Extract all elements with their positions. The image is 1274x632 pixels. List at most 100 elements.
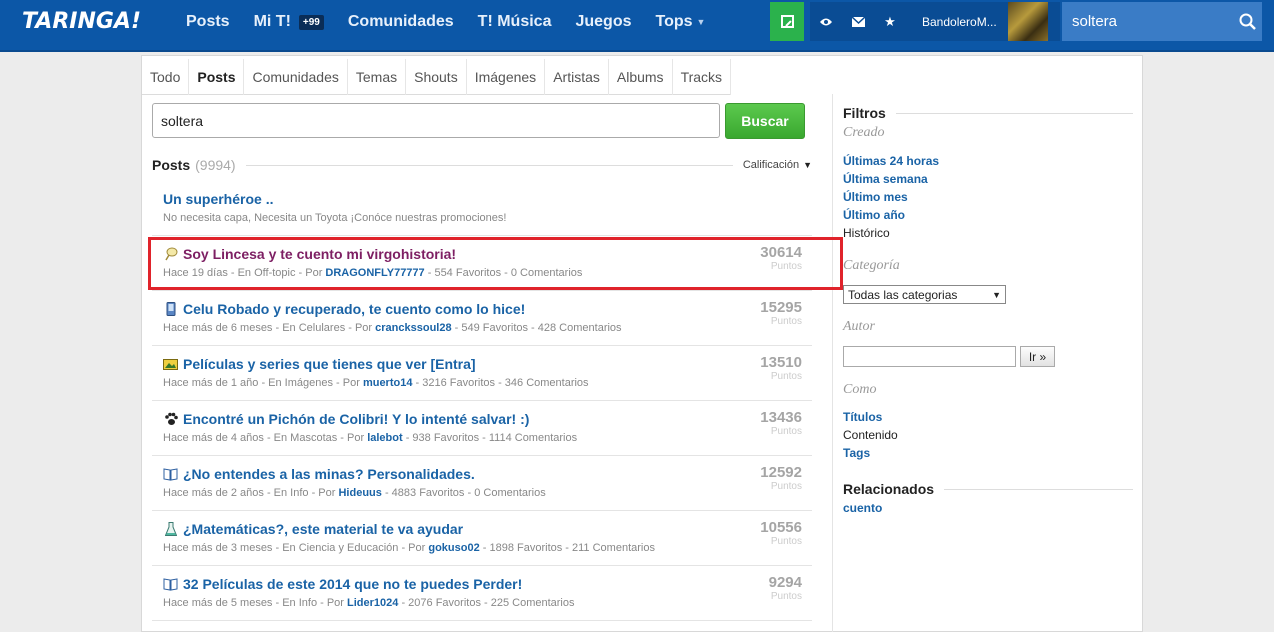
divider <box>245 164 733 166</box>
sort-label: Calificación <box>742 159 800 171</box>
header-search[interactable]: soltera <box>1062 2 1262 41</box>
mail-icon <box>851 16 865 27</box>
tab-comunidades[interactable]: Comunidades <box>244 59 348 95</box>
post-points: 13510 Puntos <box>760 354 802 382</box>
points-label: Puntos <box>770 591 802 602</box>
points-value: 13436 <box>760 409 802 426</box>
nav-mi-t[interactable]: Mi T! +99 <box>254 13 324 31</box>
post-title[interactable]: Un superhéroe .. <box>163 191 273 207</box>
list-item: Encontré un Pichón de Colibri! Y lo inte… <box>152 401 812 456</box>
chevron-down-icon: ▼ <box>803 160 812 170</box>
post-author[interactable]: Lider1024 <box>347 597 398 609</box>
taringa-logo[interactable]: TARINGA! <box>22 9 141 34</box>
post-meta-pre: Hace más de 4 años - En Mascotas - Por <box>163 432 368 444</box>
filter-historic[interactable]: Histórico <box>843 226 890 240</box>
chevron-down-icon: ▼ <box>992 289 1001 300</box>
results-title: Posts <box>152 157 191 173</box>
filter-24h[interactable]: Últimas 24 horas <box>843 154 939 168</box>
author-label: Autor <box>843 319 875 334</box>
tab-shouts[interactable]: Shouts <box>406 59 467 95</box>
author-input[interactable] <box>843 346 1016 367</box>
image-icon <box>163 357 178 371</box>
post-meta: Hace más de 5 meses - En Info - Por Lide… <box>163 597 575 609</box>
notification-badge: +99 <box>298 14 324 30</box>
messages-button[interactable] <box>842 2 874 41</box>
username[interactable]: BandoleroM... <box>922 15 1004 29</box>
points-value: 15295 <box>760 299 802 316</box>
tab-posts[interactable]: Posts <box>189 59 245 95</box>
user-bar: ★ BandoleroM... <box>810 2 1060 41</box>
main-nav: Posts Mi T! +99 Comunidades T! Música Jue… <box>186 0 729 44</box>
search-button[interactable]: Buscar <box>725 103 805 139</box>
monitor-button[interactable] <box>810 2 842 41</box>
tab-todo[interactable]: Todo <box>142 59 190 95</box>
post-author[interactable]: muerto14 <box>363 377 413 389</box>
como-label: Como <box>843 382 877 397</box>
new-post-button[interactable] <box>770 2 804 41</box>
book-icon <box>163 467 178 481</box>
post-meta-post: - 2076 Favoritos - 225 Comentarios <box>398 597 575 609</box>
tab-albums[interactable]: Albums <box>609 59 673 95</box>
filters-sidebar: Filtros Creado Últimas 24 horas Última s… <box>832 94 1142 632</box>
filters-title: Filtros <box>843 105 1133 121</box>
highlight-annotation <box>148 237 843 290</box>
nav-comunidades-label: Comunidades <box>347 13 454 30</box>
points-label: Puntos <box>770 426 802 437</box>
post-meta-post: - 1898 Favoritos - 211 Comentarios <box>479 542 655 554</box>
filter-content[interactable]: Contenido <box>843 428 898 442</box>
post-meta-post: - 549 Favoritos - 428 Comentarios <box>451 322 622 334</box>
chevron-down-icon: ▼ <box>696 17 706 27</box>
tab-temas[interactable]: Temas <box>348 59 407 95</box>
filter-week[interactable]: Última semana <box>843 172 928 186</box>
filter-year[interactable]: Último año <box>843 208 905 222</box>
filter-tags[interactable]: Tags <box>843 446 870 460</box>
favorites-button[interactable]: ★ <box>874 2 906 41</box>
filter-month[interactable]: Último mes <box>843 190 908 204</box>
post-author[interactable]: cranckssoul28 <box>375 322 451 334</box>
sort-dropdown[interactable]: Calificación ▼ <box>743 159 812 171</box>
category-select[interactable]: Todas las categorias ▼ <box>843 285 1006 304</box>
post-title[interactable]: Celu Robado y recuperado, te cuento como… <box>183 301 525 317</box>
related-title-label: Relacionados <box>843 481 935 497</box>
list-item: Celu Robado y recuperado, te cuento como… <box>152 291 812 346</box>
post-author[interactable]: lalebot <box>367 432 402 444</box>
avatar[interactable] <box>1008 2 1048 41</box>
related-item[interactable]: cuento <box>843 501 882 515</box>
nav-tops[interactable]: Tops ▼ <box>655 13 705 31</box>
created-label: Creado <box>843 125 885 140</box>
nav-posts-label: Posts <box>186 13 230 30</box>
post-points: 10556 Puntos <box>760 519 802 547</box>
header-search-input[interactable]: soltera <box>1072 13 1232 30</box>
paw-icon <box>163 412 178 426</box>
filter-titles[interactable]: Títulos <box>843 410 882 424</box>
nav-comunidades[interactable]: Comunidades <box>348 13 454 31</box>
post-meta-pre: Hace más de 1 año - En Imágenes - Por <box>163 377 363 389</box>
tab-imagenes[interactable]: Imágenes <box>467 59 546 95</box>
nav-musica[interactable]: T! Música <box>478 13 552 31</box>
post-title[interactable]: ¿No entendes a las minas? Personalidades… <box>183 466 475 482</box>
post-meta: Hace más de 4 años - En Mascotas - Por l… <box>163 432 577 444</box>
post-title[interactable]: ¿Matemáticas?, este material te va ayuda… <box>183 521 463 537</box>
post-title[interactable]: Películas y series que tienes que ver [E… <box>183 356 476 372</box>
post-author[interactable]: gokuso02 <box>428 542 479 554</box>
nav-posts[interactable]: Posts <box>186 13 230 31</box>
post-title[interactable]: Encontré un Pichón de Colibri! Y lo inte… <box>183 411 529 427</box>
nav-musica-label: T! Música <box>477 13 552 30</box>
tab-tracks[interactable]: Tracks <box>673 59 732 95</box>
search-panel: Todo Posts Comunidades Temas Shouts Imág… <box>141 55 1143 632</box>
edit-icon <box>780 15 794 28</box>
tab-artistas[interactable]: Artistas <box>545 59 609 95</box>
post-points: 12592 Puntos <box>760 464 802 492</box>
author-go-button[interactable]: Ir » <box>1020 346 1055 367</box>
nav-juegos[interactable]: Juegos <box>575 13 631 31</box>
search-icon[interactable] <box>1232 13 1262 30</box>
search-tabs: Todo Posts Comunidades Temas Shouts Imág… <box>142 59 732 95</box>
post-title[interactable]: 32 Películas de este 2014 que no te pued… <box>183 576 522 592</box>
points-value: 10556 <box>760 519 802 536</box>
sponsored-post[interactable]: Un superhéroe .. No necesita capa, Neces… <box>152 181 812 236</box>
post-author[interactable]: Hideuus <box>338 487 381 499</box>
search-input[interactable] <box>152 103 720 138</box>
points-label: Puntos <box>770 536 802 547</box>
points-value: 13510 <box>760 354 802 371</box>
results-header: Posts (9994) Calificación ▼ <box>152 155 812 175</box>
